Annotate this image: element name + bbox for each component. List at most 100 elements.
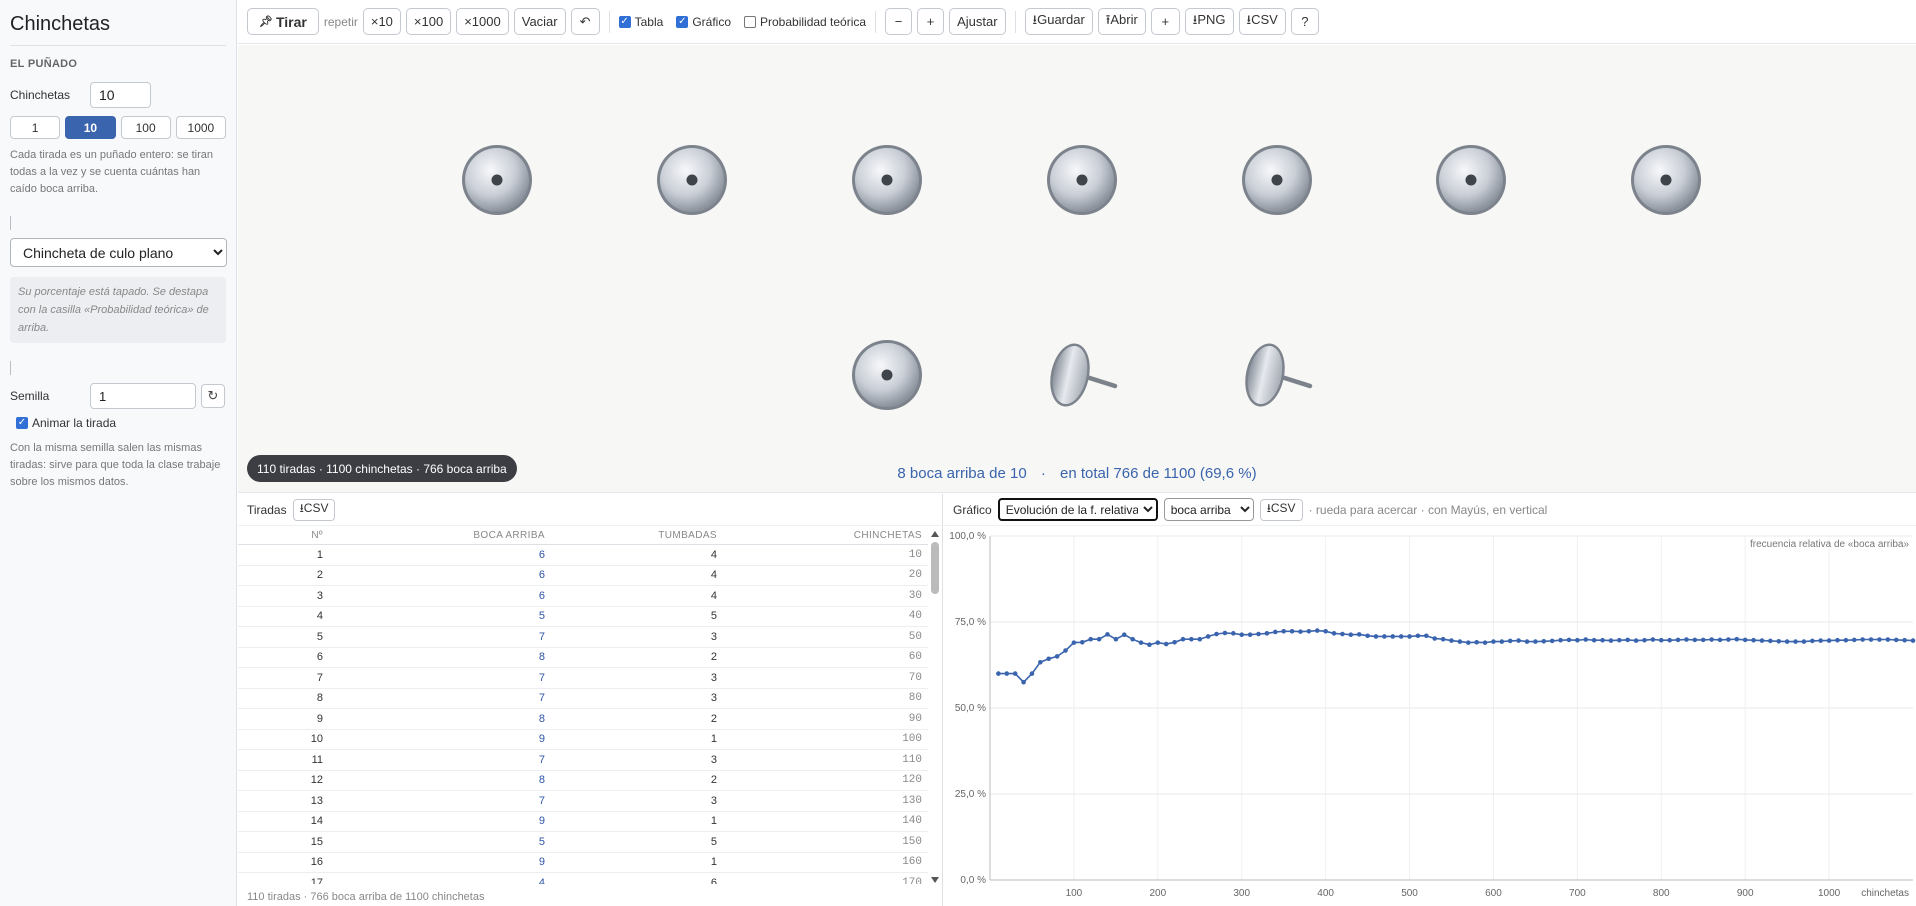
- table-row: 15 5 5 150: [238, 832, 928, 853]
- column-header[interactable]: BOCA ARRIBA: [323, 530, 545, 541]
- table-cell: 12: [310, 774, 323, 787]
- table-cell: 5: [538, 835, 545, 848]
- data-point: [1340, 631, 1345, 637]
- table-cell: 8: [316, 692, 323, 705]
- clear-button[interactable]: Vaciar: [513, 8, 566, 35]
- series-line: [998, 629, 1914, 684]
- table-toggle[interactable]: ✓ Tabla: [618, 15, 663, 29]
- save-button[interactable]: ⭳Guardar: [1024, 8, 1093, 35]
- quick-count-1000-button[interactable]: 1000: [175, 116, 226, 139]
- column-header[interactable]: TUMBADAS: [545, 530, 717, 541]
- add-button[interactable]: +: [1150, 8, 1180, 35]
- scroll-up-icon[interactable]: [931, 531, 939, 537]
- table-row: 4 5 5 40: [238, 607, 928, 627]
- fit-button[interactable]: Ajustar: [949, 8, 1006, 35]
- repeat-100-button[interactable]: ×100: [405, 8, 452, 35]
- data-point: [1717, 637, 1723, 643]
- theory-toggle[interactable]: Probabilidad teórica: [744, 15, 866, 29]
- help-button[interactable]: ?: [1290, 8, 1319, 35]
- data-point: [1524, 639, 1530, 644]
- scroll-down-icon[interactable]: [931, 877, 939, 883]
- data-point: [1541, 638, 1547, 644]
- tack-up-icon: [1631, 145, 1701, 215]
- table-scrollbar[interactable]: [929, 530, 941, 884]
- relative-frequency-chart[interactable]: 100 200 300 400 500 600 700 800 900 1000 0,0 % 25,0…: [944, 526, 1916, 906]
- data-point: [1172, 639, 1177, 645]
- table-cell: 4: [710, 589, 717, 602]
- zoom-out-button[interactable]: −: [885, 8, 913, 35]
- table-row: 2 6 4 20: [238, 566, 928, 586]
- table-row: 6 8 2 60: [238, 648, 928, 668]
- repeat-10-button[interactable]: ×10: [362, 8, 401, 35]
- data-point: [1533, 639, 1538, 644]
- x-tick-label: 900: [1737, 888, 1754, 899]
- animate-checkbox[interactable]: ✓: [16, 417, 28, 429]
- png-button[interactable]: ⭳PNG: [1184, 8, 1234, 35]
- data-point: [1507, 638, 1513, 644]
- tack-type-select[interactable]: Chincheta de culo plano: [10, 238, 227, 267]
- data-point: [1793, 639, 1798, 644]
- table-title: Tiradas: [247, 502, 287, 517]
- data-point: [1214, 631, 1219, 637]
- data-point: [1365, 633, 1370, 639]
- repeat-label: repetir: [323, 14, 358, 29]
- tack-up-icon: [657, 145, 727, 215]
- data-point: [1658, 637, 1664, 643]
- scroll-thumb[interactable]: [931, 542, 939, 594]
- quick-count-buttons: 1 10 100 1000: [10, 116, 226, 139]
- count-label: Chinchetas: [10, 88, 71, 102]
- tack-down-icon: [1050, 343, 1118, 407]
- reseed-icon[interactable]: ↻: [201, 384, 225, 408]
- chart-toggle[interactable]: ✓ Gráfico: [676, 15, 731, 29]
- table-row: 7 7 3 70: [238, 668, 928, 689]
- table-cell: 1: [710, 815, 717, 828]
- undo-button[interactable]: ↶: [570, 8, 600, 35]
- table-cell: 90: [908, 712, 922, 725]
- table-row: 10 9 1 100: [238, 730, 928, 750]
- column-header[interactable]: CHINCHETAS: [717, 530, 922, 541]
- open-button[interactable]: ⭱Abrir: [1097, 8, 1146, 35]
- seed-input[interactable]: [90, 383, 196, 409]
- data-point: [1482, 640, 1488, 645]
- column-header[interactable]: Nº: [238, 530, 323, 541]
- table-cell: 5: [710, 610, 717, 623]
- throws-table: Nº BOCA ARRIBA TUMBADAS CHINCHETAS 1 6 4 10 2 6 4 2…: [238, 526, 928, 884]
- quick-count-100-button[interactable]: 100: [120, 116, 171, 139]
- quick-count-10-button[interactable]: 10: [65, 116, 116, 139]
- table-csv-button[interactable]: ⭳CSV: [292, 498, 336, 521]
- table-cell: 4: [710, 569, 717, 582]
- chart-csv-button[interactable]: ⭳CSV: [1259, 498, 1303, 521]
- data-point: [996, 671, 1001, 676]
- tack-up-icon: [1436, 145, 1506, 215]
- x-tick-label: 800: [1653, 888, 1670, 899]
- table-cell: 17: [310, 876, 323, 884]
- chart-outcome-select[interactable]: boca arriba: [1163, 498, 1254, 521]
- section-title: EL PUÑADO: [10, 58, 78, 70]
- data-point: [1751, 637, 1756, 643]
- data-point: [1138, 640, 1144, 645]
- table-panel: Tiradas ⭳CSV Nº BOCA ARRIBA TUMBADAS CHINCH…: [238, 494, 943, 906]
- table-cell: 7: [538, 692, 545, 705]
- chart-mode-select[interactable]: Evolución de la f. relativa: [997, 498, 1158, 521]
- count-input[interactable]: [90, 82, 151, 108]
- repeat-1000-button[interactable]: ×1000: [456, 8, 509, 35]
- table-cell: 7: [538, 794, 545, 807]
- csv-button[interactable]: ⭳CSV: [1238, 8, 1286, 35]
- table-cell: 2: [316, 569, 323, 582]
- table-cell: 140: [902, 815, 922, 828]
- data-point: [1591, 637, 1597, 643]
- table-cell: 4: [538, 876, 545, 884]
- data-point: [1457, 639, 1463, 644]
- data-point: [1121, 632, 1127, 638]
- table-cell: 3: [710, 630, 717, 643]
- tack-up-icon: [1242, 145, 1312, 215]
- data-point: [1155, 640, 1161, 645]
- zoom-in-button[interactable]: +: [917, 8, 945, 35]
- quick-count-1-button[interactable]: 1: [10, 116, 61, 139]
- table-cell: 120: [902, 774, 922, 787]
- data-point: [1272, 629, 1278, 635]
- data-point: [1256, 631, 1261, 637]
- throw-button[interactable]: 📌︎ Tirar: [247, 8, 319, 35]
- table-row: 3 6 4 30: [238, 586, 928, 607]
- result-total: en total 766 de 1100 (69,6 %): [1060, 465, 1257, 482]
